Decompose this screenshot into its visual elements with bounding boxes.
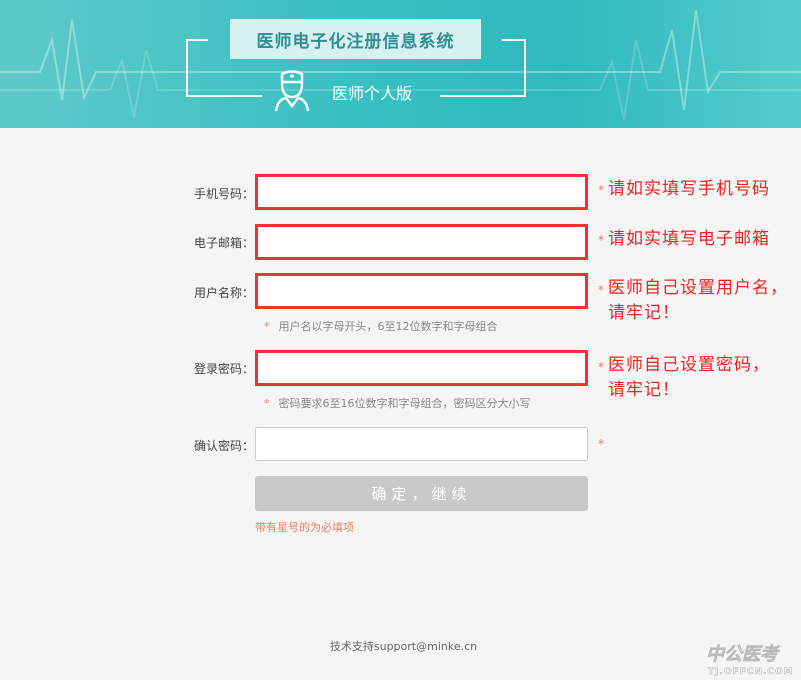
password-label: 登录密码： [193,362,254,376]
username-hint: * 用户名以字母开头，6至12位数字和字母组合 [264,318,498,334]
username-input[interactable] [255,273,588,309]
password-required-mark: * [598,360,604,374]
password-annotation: 医师自己设置密码， 请牢记！ [608,353,770,403]
email-annotation: 请如实填写电子邮箱 [608,229,770,249]
doctor-icon [274,70,310,112]
support-footer: 技术支持support@minke.cn [329,640,478,653]
username-label: 用户名称： [193,286,254,300]
hint-mark: * [264,397,270,410]
phone-input[interactable] [255,174,588,210]
offcn-watermark-logo: 中公医考 TJ.OFFCN.COM [706,644,794,678]
username-annotation-line1: 医师自己设置用户名， [608,278,788,298]
password-input[interactable] [255,350,588,386]
confirm-password-label: 确认密码： [193,439,254,453]
phone-annotation: 请如实填写手机号码 [608,179,770,199]
edition-label: 医师个人版 [332,84,413,103]
password-annotation-line1: 医师自己设置密码， [608,355,770,375]
required-fields-note: 带有星号的为必填项 [255,521,354,534]
confirm-required-mark: * [598,437,604,451]
svg-text:TJ.OFFCN.COM: TJ.OFFCN.COM [708,667,794,677]
confirm-password-input[interactable] [255,427,588,461]
phone-label: 手机号码： [193,187,254,201]
password-hint-text: 密码要求6至16位数字和字母组合，密码区分大小写 [278,397,531,410]
frame-right-bracket [502,39,526,97]
system-title: 医师电子化注册信息系统 [230,19,481,59]
password-annotation-line2: 请牢记！ [608,380,680,400]
username-annotation-line2: 请牢记！ [608,303,680,323]
username-hint-text: 用户名以字母开头，6至12位数字和字母组合 [278,320,498,333]
username-required-mark: * [598,283,604,297]
email-label: 电子邮箱： [193,236,254,250]
frame-left-base [186,95,262,97]
username-annotation: 医师自己设置用户名， 请牢记！ [608,276,788,326]
email-input[interactable] [255,224,588,260]
header-banner: 医师电子化注册信息系统 医师个人版 [0,0,801,128]
hint-mark: * [264,320,270,333]
frame-right-base [440,95,526,97]
phone-required-mark: * [598,183,604,197]
confirm-continue-button[interactable]: 确定，继续 [255,476,588,511]
svg-text:中公医考: 中公医考 [706,644,781,665]
frame-left-bracket [186,39,208,97]
password-hint: * 密码要求6至16位数字和字母组合，密码区分大小写 [264,395,531,411]
email-required-mark: * [598,233,604,247]
